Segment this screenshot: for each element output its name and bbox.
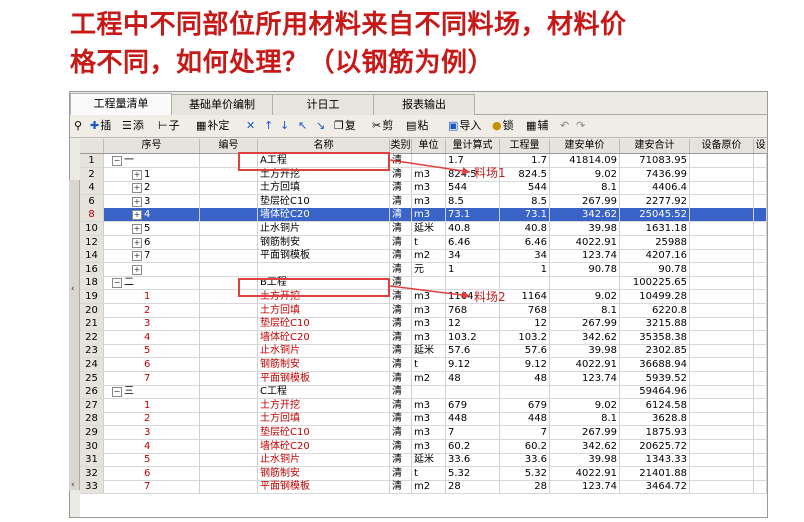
left-splitter[interactable]: [69, 180, 80, 490]
collapse-left-icon-2[interactable]: ‹: [71, 480, 75, 490]
annotation-quarry-2: 料场2: [474, 290, 506, 304]
headline-line-1: 工程中不同部位所用材料来自不同料场，材料价: [70, 10, 627, 40]
slide-headline: 工程中不同部位所用材料来自不同料场，材料价 格不同，如何处理？（以钢筋为例）: [70, 6, 790, 82]
annotation-arrows: [389, 159, 471, 299]
arrowhead-1: [462, 167, 470, 175]
arrowhead-2: [462, 291, 470, 299]
arrow-line-1: [389, 159, 471, 173]
annotation-quarry-1: 料场1: [474, 166, 506, 180]
arrow-line-2: [389, 285, 471, 297]
app-window: 工程量清单 基础单价编制 计日工 报表输出 ⚲ ✚插 ☰添 ⊢子 ▦补定 ✕ ↑…: [69, 91, 768, 518]
collapse-left-icon[interactable]: ‹: [71, 284, 75, 294]
headline-line-2: 格不同，如何处理？（以钢筋为例）: [70, 48, 495, 78]
